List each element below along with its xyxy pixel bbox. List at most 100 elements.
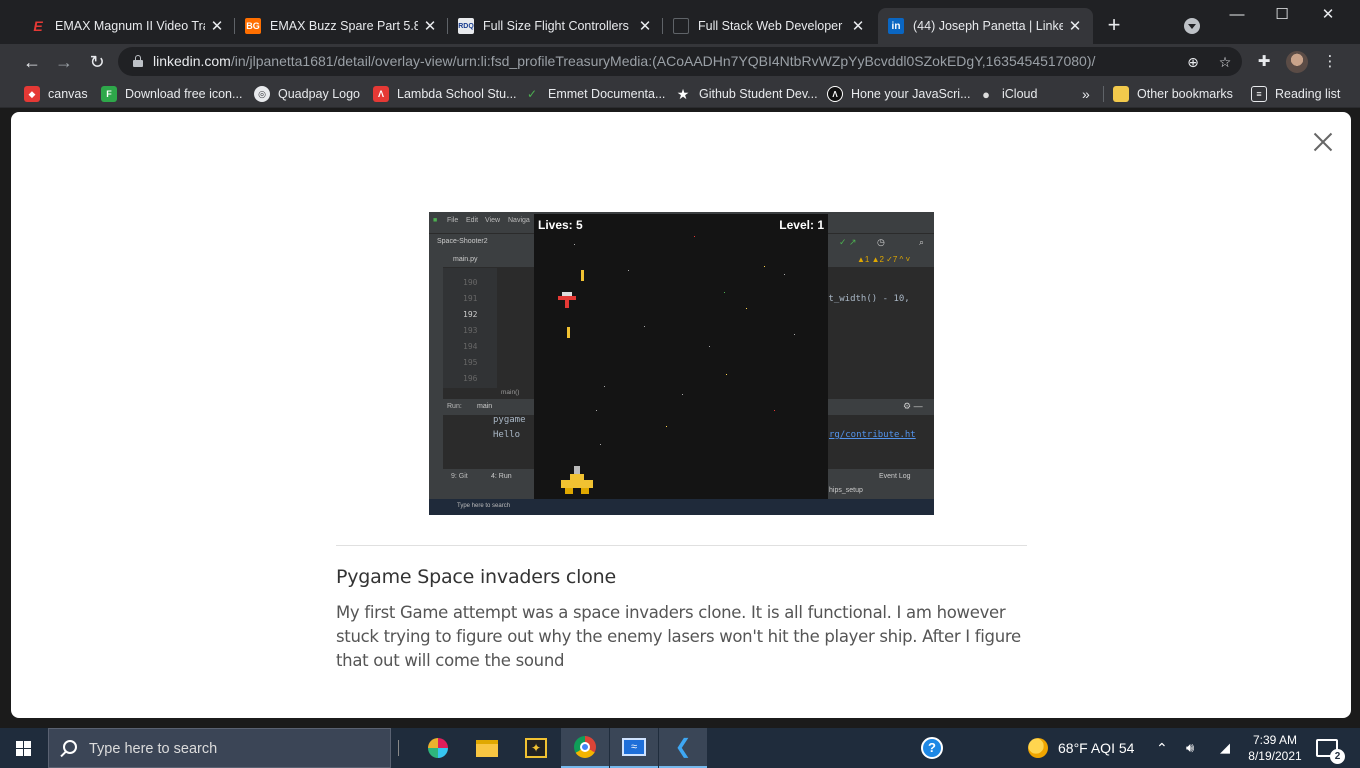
- bookmark-lambda[interactable]: Λ Lambda School Stu...: [373, 84, 517, 104]
- close-icon[interactable]: [1311, 130, 1335, 154]
- folder-icon: [1113, 86, 1129, 102]
- ide-event-log: Event Log: [879, 473, 911, 480]
- reading-list[interactable]: ≡ Reading list: [1251, 84, 1340, 104]
- slack-app-icon[interactable]: [414, 728, 462, 768]
- clock-time: 7:39 AM: [1252, 733, 1298, 747]
- menu-kebab-icon[interactable]: ⋮: [1320, 52, 1340, 72]
- bookmark-icloud[interactable]: ● iCloud: [978, 84, 1037, 104]
- volume-icon[interactable]: 🔊︎: [1186, 728, 1194, 768]
- reload-icon[interactable]: ↻: [85, 50, 109, 74]
- game-app-icon[interactable]: ✦: [512, 728, 560, 768]
- tab-emax-buzz[interactable]: BG EMAX Buzz Spare Part 5.8G ✕: [235, 8, 448, 44]
- other-bookmarks[interactable]: Other bookmarks: [1113, 84, 1233, 104]
- ide-project-name: Space-Shooter2: [437, 238, 488, 245]
- tab-search-icon[interactable]: [1184, 18, 1200, 34]
- close-tab-icon[interactable]: ✕: [637, 17, 653, 35]
- forward-arrow-icon[interactable]: →: [52, 50, 76, 74]
- tab-flight-controllers[interactable]: RDQ Full Size Flight Controllers (3 ✕: [448, 8, 663, 44]
- close-window-button[interactable]: ✕: [1305, 4, 1351, 26]
- ide-history-icon: ◷: [877, 237, 885, 247]
- reading-list-icon: ≡: [1251, 86, 1267, 102]
- enemy-ship: [558, 292, 576, 308]
- browser-toolbar: ← → ↻ linkedin.com/in/jlpanetta1681/deta…: [0, 44, 1360, 79]
- bookmark-javascript[interactable]: Λ Hone your JavaScri...: [827, 84, 971, 104]
- minimize-button[interactable]: —: [1214, 4, 1260, 26]
- zoom-icon[interactable]: ⊕: [1184, 53, 1202, 71]
- ide-status-text: hips_setup: [829, 487, 863, 494]
- file-explorer-icon[interactable]: [463, 728, 511, 768]
- photos-app-icon[interactable]: ≈: [610, 728, 658, 768]
- flaticon-icon: F: [101, 86, 117, 102]
- bookmark-quadpay[interactable]: ◎ Quadpay Logo: [254, 84, 360, 104]
- canvas-icon: ◆: [24, 86, 40, 102]
- close-tab-icon[interactable]: ✕: [1067, 17, 1083, 35]
- lock-icon[interactable]: [133, 55, 143, 67]
- help-icon[interactable]: ?: [921, 728, 943, 768]
- ide-run-tab: main: [477, 403, 493, 410]
- bookmark-emmet[interactable]: ✓ Emmet Documenta...: [524, 84, 665, 104]
- weather-text: 68°F AQI 54: [1058, 740, 1135, 756]
- show-hidden-icons-icon[interactable]: ⌃: [1156, 728, 1168, 768]
- tab-linkedin[interactable]: in (44) Joseph Panetta | Linked ✕: [878, 8, 1093, 44]
- network-icon[interactable]: ◢: [1220, 728, 1230, 768]
- line-number: 192: [463, 310, 478, 319]
- ide-menu-item: File: [447, 217, 459, 224]
- line-number: 190: [463, 278, 478, 287]
- bg-logo-icon: BG: [245, 18, 261, 34]
- rdq-logo-icon: RDQ: [458, 18, 474, 34]
- clock-date: 8/19/2021: [1248, 749, 1302, 763]
- address-bar[interactable]: linkedin.com/in/jlpanetta1681/detail/ove…: [118, 47, 1242, 76]
- inner-windows-taskbar: Type here to search: [429, 499, 934, 515]
- search-placeholder: Type here to search: [89, 741, 218, 757]
- notification-center-icon[interactable]: 2: [1316, 728, 1345, 768]
- tab-title: (44) Joseph Panetta | Linked: [913, 19, 1063, 33]
- ide-warning-icon: ▲1 ▲2 ✓7 ^ ˅: [857, 255, 911, 264]
- close-tab-icon[interactable]: ✕: [209, 17, 225, 35]
- ide-run-tab-bottom: 4: Run: [491, 473, 512, 480]
- new-tab-button[interactable]: +: [1104, 14, 1124, 38]
- chrome-app-icon[interactable]: [561, 728, 609, 768]
- bookmark-github-student[interactable]: ★ Github Student Dev...: [675, 84, 818, 104]
- line-number: 191: [463, 294, 478, 303]
- bookmark-canvas[interactable]: ◆ canvas: [24, 84, 88, 104]
- close-tab-icon[interactable]: ✕: [422, 17, 438, 35]
- emmet-icon: ✓: [526, 87, 538, 101]
- tab-strip: E EMAX Magnum II Video Tran ✕ BG EMAX Bu…: [0, 0, 1360, 44]
- level-counter: Level: 1: [779, 218, 824, 232]
- profile-avatar[interactable]: [1286, 51, 1308, 73]
- url-text[interactable]: linkedin.com/in/jlpanetta1681/detail/ove…: [153, 53, 1095, 69]
- star-icon: ★: [676, 85, 690, 102]
- search-icon: [63, 740, 77, 754]
- bookmarks-overflow-button[interactable]: »: [1082, 84, 1090, 104]
- extensions-icon[interactable]: ✚: [1254, 52, 1274, 72]
- player-laser: [567, 327, 570, 338]
- tab-emax-magnum[interactable]: E EMAX Magnum II Video Tran ✕: [20, 8, 235, 44]
- notification-badge: 2: [1330, 749, 1345, 764]
- media-overlay-dialog: ■ File Edit View Naviga Space-Shooter2 ✓…: [11, 112, 1351, 718]
- console-line: pygame: [493, 415, 526, 425]
- vscode-app-icon[interactable]: ❮: [659, 728, 707, 768]
- maximize-button[interactable]: ☐: [1259, 4, 1305, 26]
- back-arrow-icon[interactable]: ←: [20, 50, 44, 74]
- dev-logo-icon: [673, 18, 689, 34]
- lambda-circle-icon: Λ: [827, 86, 843, 102]
- ide-git-tab: 9: Git: [451, 473, 468, 480]
- taskbar-search-box[interactable]: Type here to search: [48, 728, 391, 768]
- ide-check-icon: ✓ ↗: [839, 237, 857, 247]
- ide-menu-item: View: [485, 217, 501, 224]
- emax-logo-icon: E: [33, 18, 43, 34]
- console-line: Hello: [493, 430, 521, 440]
- bookmark-star-icon[interactable]: ☆: [1216, 53, 1234, 71]
- taskbar-separator: [398, 740, 399, 756]
- line-number: 193: [463, 326, 478, 335]
- bookmark-flaticon[interactable]: F Download free icon...: [101, 84, 242, 104]
- system-clock[interactable]: 7:39 AM 8/19/2021: [1246, 732, 1304, 764]
- start-button[interactable]: [0, 728, 48, 768]
- media-screenshot[interactable]: ■ File Edit View Naviga Space-Shooter2 ✓…: [429, 212, 934, 515]
- tab-full-stack[interactable]: Full Stack Web Developer ✕: [663, 8, 876, 44]
- weather-widget[interactable]: 68°F AQI 54: [1028, 728, 1134, 768]
- player-laser: [581, 270, 584, 281]
- close-tab-icon[interactable]: ✕: [850, 17, 866, 35]
- modal-divider: [336, 545, 1027, 546]
- ide-sidebar: [429, 251, 443, 499]
